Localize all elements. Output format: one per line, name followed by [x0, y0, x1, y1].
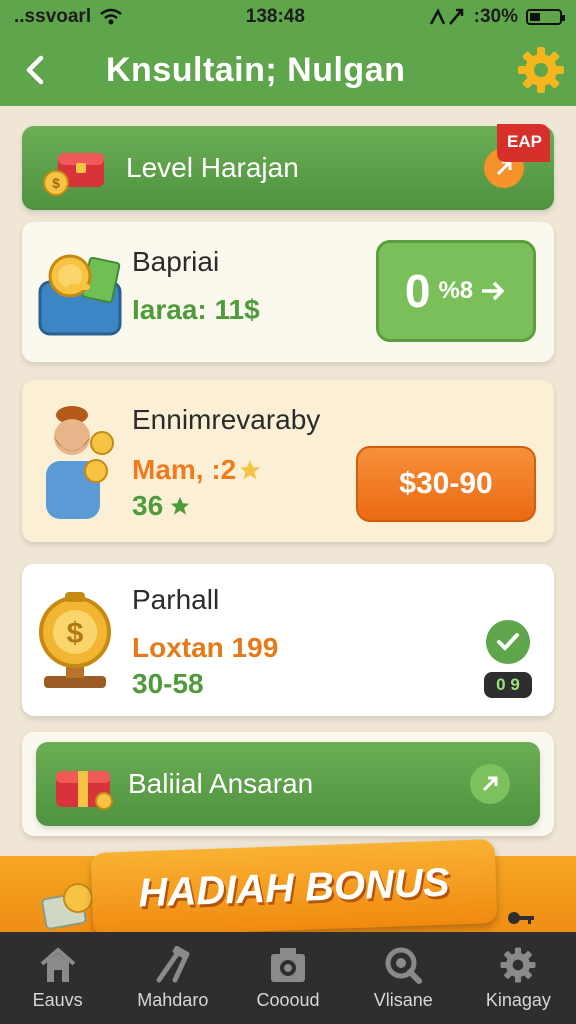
card-title: Parhall	[132, 584, 220, 615]
nav-item-search[interactable]: Vlisane	[346, 932, 461, 1024]
bottom-nav: Eauvs Mahdaro Coooud Vlisane Kinagay	[0, 932, 576, 1024]
tools-icon	[156, 945, 190, 982]
card-sub-value: 36	[132, 490, 164, 521]
search-icon	[385, 947, 423, 984]
money-suitcase-icon	[38, 254, 122, 336]
camera-icon	[271, 947, 305, 982]
nav-item-tools[interactable]: Mahdaro	[115, 932, 230, 1024]
bottom-banner[interactable]: Baliial Ansaran	[36, 742, 540, 826]
card-value: Mam, :2	[132, 454, 237, 485]
bottom-banner-wrap: Baliial Ansaran	[22, 732, 554, 836]
carrier-text: ..ssvoarl	[14, 6, 92, 27]
key-icon	[508, 912, 534, 924]
status-right: :30%	[428, 6, 565, 28]
gear-icon	[500, 947, 536, 982]
nav-item-settings[interactable]: Kinagay	[461, 932, 576, 1024]
level-banner[interactable]: $ Level Harajan EAP	[22, 124, 554, 210]
gold-coin-trophy-icon: $	[39, 592, 111, 688]
chevron-left-icon	[26, 55, 44, 85]
nav-item-home[interactable]: Eauvs	[0, 932, 115, 1024]
reward-card-3: $ Parhall Loxtan 199 30-58 0 9	[22, 564, 554, 716]
svg-text:$: $	[67, 617, 84, 650]
battery-icon	[525, 9, 565, 25]
card-value-row: Mam, :2	[132, 454, 262, 486]
card-value: Iaraa: 11$	[132, 294, 260, 325]
gear-icon	[518, 47, 564, 93]
card-sub-row: 36	[132, 490, 191, 522]
status-badge: EAP	[497, 124, 550, 162]
status-left: ..ssvoarl	[14, 6, 123, 28]
content-area: $ Level Harajan EAP Bapriai Iaraa: 11$ 0…	[0, 106, 576, 934]
claim-button-text: %8	[438, 277, 474, 304]
card-title: Ennimrevaraby	[132, 404, 321, 435]
back-button[interactable]	[0, 34, 70, 106]
nav-label: Eauvs	[32, 989, 83, 1010]
nav-label: Vlisane	[373, 989, 433, 1010]
nav-label: Mahdaro	[137, 989, 209, 1010]
cash-stack-icon	[41, 883, 93, 930]
card-sub-value: 30-58	[132, 668, 204, 699]
app-header: Knsultain; Nulgan	[0, 34, 576, 106]
signal-icon	[429, 8, 463, 25]
star-icon	[240, 460, 261, 480]
reward-card-2: Ennimrevaraby Mam, :2 36 $30-90	[22, 380, 554, 542]
star-icon	[170, 496, 190, 515]
bottom-banner-label: Baliial Ansaran	[128, 768, 314, 799]
check-icon[interactable]	[486, 620, 530, 664]
nav-label: Coooud	[256, 989, 320, 1010]
check-badge: 0 9	[484, 672, 532, 698]
man-with-coins-icon	[46, 406, 114, 519]
svg-text:$: $	[52, 175, 60, 191]
claim-button[interactable]: 0 %8	[376, 240, 536, 342]
arrow-right-icon	[482, 281, 505, 301]
status-bar: ..ssvoarl 138:48 :30%	[0, 0, 576, 34]
status-time: 138:48	[245, 6, 305, 27]
settings-button[interactable]	[506, 34, 576, 106]
wifi-icon	[100, 8, 122, 25]
page-title: Knsultain; Nulgan	[106, 50, 406, 89]
card-title: Bapriai	[132, 246, 220, 277]
claim-button-number: 0	[404, 265, 431, 317]
nav-item-camera[interactable]: Coooud	[230, 932, 345, 1024]
bonus-banner[interactable]: HADIAH BONUS	[90, 838, 498, 938]
level-banner-label: Level Harajan	[126, 152, 299, 183]
gift-box-icon	[56, 771, 113, 810]
price-button[interactable]: $30-90	[356, 446, 536, 522]
reward-card-1: Bapriai Iaraa: 11$ 0 %8	[22, 222, 554, 362]
nav-label: Kinagay	[485, 989, 551, 1010]
card-value: Loxtan 199	[132, 632, 279, 663]
battery-percent: :30%	[473, 6, 518, 27]
arrow-right-icon	[470, 764, 510, 804]
home-icon	[40, 946, 75, 982]
treasure-chest-icon: $	[43, 153, 104, 196]
